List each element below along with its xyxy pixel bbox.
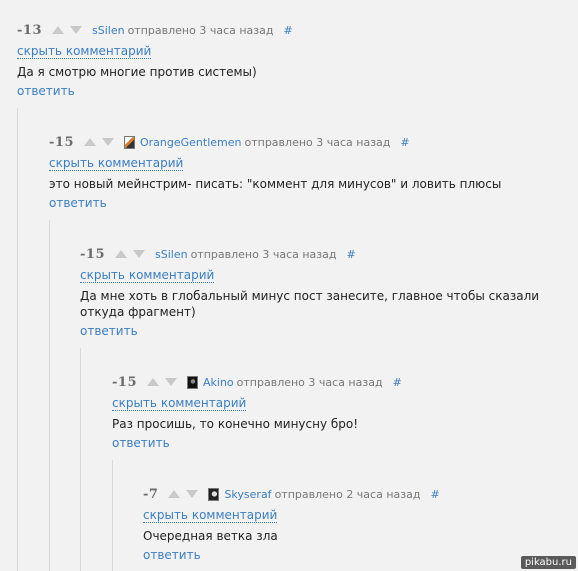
posted-time: отправлено 3 часа назад (244, 135, 391, 149)
downvote-icon[interactable] (70, 26, 82, 34)
username-link[interactable]: OrangeGentlemen (140, 136, 242, 149)
comment: -15 Akino отправлено 3 часа назад # скры… (112, 372, 562, 451)
username-link[interactable]: sSilen (92, 24, 125, 37)
user-avatar-icon[interactable] (124, 135, 135, 149)
comment-meta: -15 Akino отправлено 3 часа назад # (112, 372, 562, 392)
comment-text: Да мне хоть в глобальный минус пост зане… (80, 289, 540, 319)
username-link[interactable]: Skyseraf (224, 488, 271, 501)
upvote-icon[interactable] (84, 138, 96, 146)
downvote-icon[interactable] (102, 138, 114, 146)
reply-link[interactable]: ответить (17, 84, 75, 98)
comment: -15 OrangeGentlemen отправлено 3 часа на… (49, 132, 569, 211)
upvote-icon[interactable] (115, 250, 127, 258)
permalink-hash[interactable]: # (346, 248, 355, 261)
posted-time: отправлено 2 часа назад (274, 487, 421, 501)
permalink-hash[interactable]: # (393, 376, 402, 389)
comment: -13 sSilen отправлено 3 часа назад # скр… (17, 20, 567, 99)
hide-comment-link[interactable]: скрыть комментарий (143, 508, 278, 523)
comment-text: Очередная ветка зла (143, 529, 278, 543)
thread-line (49, 220, 50, 571)
comment-rating: -13 (17, 22, 42, 38)
comment-rating: -15 (80, 246, 105, 262)
username-link[interactable]: sSilen (155, 248, 188, 261)
reply-link[interactable]: ответить (80, 324, 138, 338)
comment-rating: -15 (112, 374, 137, 390)
comment-meta: -13 sSilen отправлено 3 часа назад # (17, 20, 567, 40)
username-link[interactable]: Akino (203, 376, 234, 389)
permalink-hash[interactable]: # (400, 136, 409, 149)
upvote-icon[interactable] (168, 490, 181, 498)
site-watermark: pikabu.ru (520, 556, 576, 569)
permalink-hash[interactable]: # (283, 24, 292, 37)
posted-time: отправлено 3 часа назад (127, 23, 274, 37)
hide-comment-link[interactable]: скрыть комментарий (80, 268, 215, 283)
comment-text: Раз просишь, то конечно минусну бро! (112, 417, 359, 431)
downvote-icon[interactable] (165, 378, 177, 386)
posted-time: отправлено 3 часа назад (190, 247, 337, 261)
reply-link[interactable]: ответить (49, 196, 107, 210)
posted-time: отправлено 3 часа назад (236, 375, 383, 389)
comment-meta: -7 Skyseraf отправлено 2 часа назад # (143, 484, 563, 504)
comment-rating: -15 (49, 134, 74, 150)
reply-link[interactable]: ответить (143, 548, 201, 562)
downvote-icon[interactable] (133, 250, 145, 258)
comment-meta: -15 sSilen отправлено 3 часа назад # (80, 244, 550, 264)
hide-comment-link[interactable]: скрыть комментарий (112, 396, 247, 411)
comment-text: это новый мейнстрим- писать: "коммент дл… (49, 177, 502, 191)
hide-comment-link[interactable]: скрыть комментарий (17, 44, 152, 59)
reply-link[interactable]: ответить (112, 436, 170, 450)
thread-line (17, 108, 18, 571)
upvote-icon[interactable] (147, 378, 159, 386)
comment: -15 sSilen отправлено 3 часа назад # скр… (80, 244, 550, 339)
comment-meta: -15 OrangeGentlemen отправлено 3 часа на… (49, 132, 569, 152)
comment-text: Да я смотрю многие против системы) (17, 65, 257, 79)
downvote-icon[interactable] (186, 490, 199, 498)
thread-line (112, 460, 113, 571)
hide-comment-link[interactable]: скрыть комментарий (49, 156, 184, 171)
user-avatar-icon[interactable] (187, 375, 198, 389)
thread-line (80, 348, 81, 571)
comment: -7 Skyseraf отправлено 2 часа назад # ск… (143, 484, 563, 563)
user-avatar-icon[interactable] (208, 487, 220, 501)
upvote-icon[interactable] (52, 26, 64, 34)
comment-rating: -7 (143, 486, 159, 502)
permalink-hash[interactable]: # (430, 488, 439, 501)
